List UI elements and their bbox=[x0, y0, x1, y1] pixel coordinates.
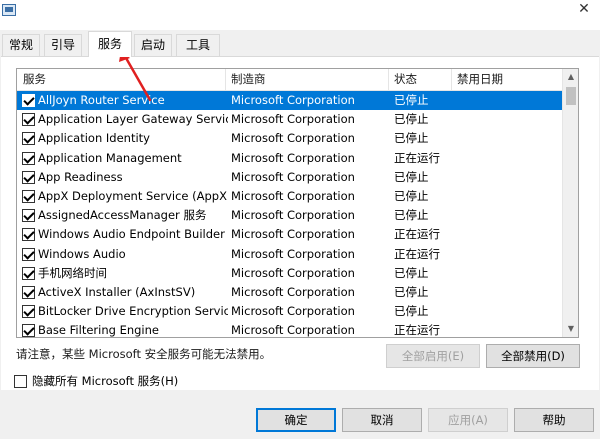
hide-microsoft-services-label: 隐藏所有 Microsoft 服务(H) bbox=[32, 374, 179, 388]
service-manufacturer: Microsoft Corporation bbox=[231, 265, 355, 280]
service-checkbox[interactable] bbox=[22, 209, 35, 223]
service-manufacturer: Microsoft Corporation bbox=[231, 188, 355, 203]
service-manufacturer: Microsoft Corporation bbox=[231, 169, 355, 184]
table-row[interactable]: Application Identity Microsoft Corporati… bbox=[17, 129, 563, 148]
services-panel: 服务 制造商 状态 禁用日期 AllJoyn Router Service Mi… bbox=[1, 56, 599, 390]
table-row[interactable]: ActiveX Installer (AxInstSV) Microsoft C… bbox=[17, 283, 563, 302]
service-name: Application Identity bbox=[38, 131, 150, 146]
service-manufacturer: Microsoft Corporation bbox=[231, 304, 355, 319]
table-row[interactable]: 手机网络时间 Microsoft Corporation 已停止 bbox=[17, 264, 563, 283]
tab-general[interactable]: 常规 bbox=[2, 34, 40, 56]
service-rows: AllJoyn Router Service Microsoft Corpora… bbox=[17, 91, 563, 338]
service-manufacturer: Microsoft Corporation bbox=[231, 227, 355, 242]
column-header-service[interactable]: 服务 bbox=[17, 69, 225, 91]
services-list[interactable]: 服务 制造商 状态 禁用日期 AllJoyn Router Service Mi… bbox=[16, 68, 579, 338]
service-status: 正在运行 bbox=[394, 227, 440, 242]
service-name: Windows Audio bbox=[38, 246, 126, 261]
tab-boot[interactable]: 引导 bbox=[44, 34, 82, 56]
service-name: Base Filtering Engine bbox=[38, 323, 159, 338]
service-name: AppX Deployment Service (AppX... bbox=[38, 188, 228, 203]
service-checkbox[interactable] bbox=[22, 151, 35, 165]
service-name: BitLocker Drive Encryption Service bbox=[38, 304, 228, 319]
table-row[interactable]: BitLocker Drive Encryption Service Micro… bbox=[17, 302, 563, 321]
service-status: 已停止 bbox=[394, 93, 429, 107]
cancel-button[interactable]: 取消 bbox=[342, 408, 422, 432]
notice-text: 请注意，某些 Microsoft 安全服务可能无法禁用。 bbox=[16, 347, 272, 361]
table-row[interactable]: Application Layer Gateway Service Micros… bbox=[17, 110, 563, 129]
column-header-disabled-date[interactable]: 禁用日期 bbox=[451, 69, 561, 91]
service-manufacturer: Microsoft Corporation bbox=[231, 323, 355, 338]
table-row[interactable]: App Readiness Microsoft Corporation 已停止 bbox=[17, 168, 563, 187]
scroll-up-icon[interactable]: ▲ bbox=[563, 69, 578, 85]
service-status: 已停止 bbox=[394, 284, 429, 299]
scroll-down-icon[interactable]: ▼ bbox=[563, 321, 578, 337]
tab-tools[interactable]: 工具 bbox=[176, 34, 220, 56]
service-checkbox[interactable] bbox=[22, 132, 35, 146]
vertical-scrollbar[interactable]: ▲ ▼ bbox=[562, 69, 578, 337]
service-checkbox[interactable] bbox=[22, 247, 35, 261]
tab-startup[interactable]: 启动 bbox=[134, 34, 172, 56]
table-row[interactable]: AppX Deployment Service (AppX... Microso… bbox=[17, 187, 563, 206]
service-manufacturer: Microsoft Corporation bbox=[231, 150, 355, 165]
service-status: 已停止 bbox=[394, 265, 429, 280]
service-manufacturer: Microsoft Corporation bbox=[231, 93, 355, 107]
service-status: 正在运行 bbox=[394, 323, 440, 338]
service-manufacturer: Microsoft Corporation bbox=[231, 208, 355, 223]
service-checkbox[interactable] bbox=[22, 285, 35, 299]
table-row[interactable]: AssignedAccessManager 服务 Microsoft Corpo… bbox=[17, 206, 563, 225]
disable-all-button[interactable]: 全部禁用(D) bbox=[486, 344, 580, 368]
table-row[interactable]: Windows Audio Endpoint Builder Microsoft… bbox=[17, 225, 563, 244]
ok-button[interactable]: 确定 bbox=[256, 408, 336, 432]
service-manufacturer: Microsoft Corporation bbox=[231, 112, 355, 127]
service-status: 已停止 bbox=[394, 169, 429, 184]
service-checkbox[interactable] bbox=[22, 305, 35, 319]
service-manufacturer: Microsoft Corporation bbox=[231, 246, 355, 261]
apply-button[interactable]: 应用(A) bbox=[428, 408, 508, 432]
help-button[interactable]: 帮助 bbox=[514, 408, 594, 432]
title-bar: ✕ bbox=[0, 0, 600, 30]
service-status: 已停止 bbox=[394, 304, 429, 319]
service-status: 已停止 bbox=[394, 188, 429, 203]
service-name: Application Management bbox=[38, 150, 182, 165]
service-name: Application Layer Gateway Service bbox=[38, 112, 228, 127]
msconfig-app-icon bbox=[2, 4, 16, 16]
column-header-status[interactable]: 状态 bbox=[388, 69, 451, 91]
table-row[interactable]: AllJoyn Router Service Microsoft Corpora… bbox=[17, 91, 563, 111]
tab-services[interactable]: 服务 bbox=[88, 31, 132, 57]
service-manufacturer: Microsoft Corporation bbox=[231, 284, 355, 299]
list-header: 服务 制造商 状态 禁用日期 bbox=[17, 69, 563, 91]
service-name: AssignedAccessManager 服务 bbox=[38, 208, 207, 223]
service-status: 正在运行 bbox=[394, 150, 440, 165]
service-name: App Readiness bbox=[38, 169, 123, 184]
service-checkbox[interactable] bbox=[22, 324, 35, 337]
service-checkbox[interactable] bbox=[22, 189, 35, 203]
table-row[interactable]: Base Filtering Engine Microsoft Corporat… bbox=[17, 321, 563, 338]
service-checkbox[interactable] bbox=[22, 170, 35, 184]
service-status: 已停止 bbox=[394, 112, 429, 127]
scrollbar-thumb[interactable] bbox=[566, 87, 576, 105]
tab-strip: 常规 引导 服务 启动 工具 bbox=[0, 31, 600, 57]
service-status: 已停止 bbox=[394, 208, 429, 223]
service-name: Windows Audio Endpoint Builder bbox=[38, 227, 225, 242]
hide-microsoft-services-checkbox[interactable] bbox=[14, 375, 27, 388]
service-status: 已停止 bbox=[394, 131, 429, 146]
service-name: AllJoyn Router Service bbox=[38, 93, 165, 107]
service-checkbox[interactable] bbox=[22, 94, 35, 107]
table-row[interactable]: Application Management Microsoft Corpora… bbox=[17, 149, 563, 168]
service-status: 正在运行 bbox=[394, 246, 440, 261]
service-manufacturer: Microsoft Corporation bbox=[231, 131, 355, 146]
column-header-manufacturer[interactable]: 制造商 bbox=[225, 69, 388, 91]
enable-all-button[interactable]: 全部启用(E) bbox=[386, 344, 480, 368]
service-checkbox[interactable] bbox=[22, 113, 35, 127]
service-checkbox[interactable] bbox=[22, 228, 35, 242]
service-name: ActiveX Installer (AxInstSV) bbox=[38, 284, 196, 299]
close-button[interactable]: ✕ bbox=[574, 0, 594, 20]
service-name: 手机网络时间 bbox=[38, 265, 107, 280]
service-checkbox[interactable] bbox=[22, 266, 35, 280]
table-row[interactable]: Windows Audio Microsoft Corporation 正在运行 bbox=[17, 245, 563, 264]
